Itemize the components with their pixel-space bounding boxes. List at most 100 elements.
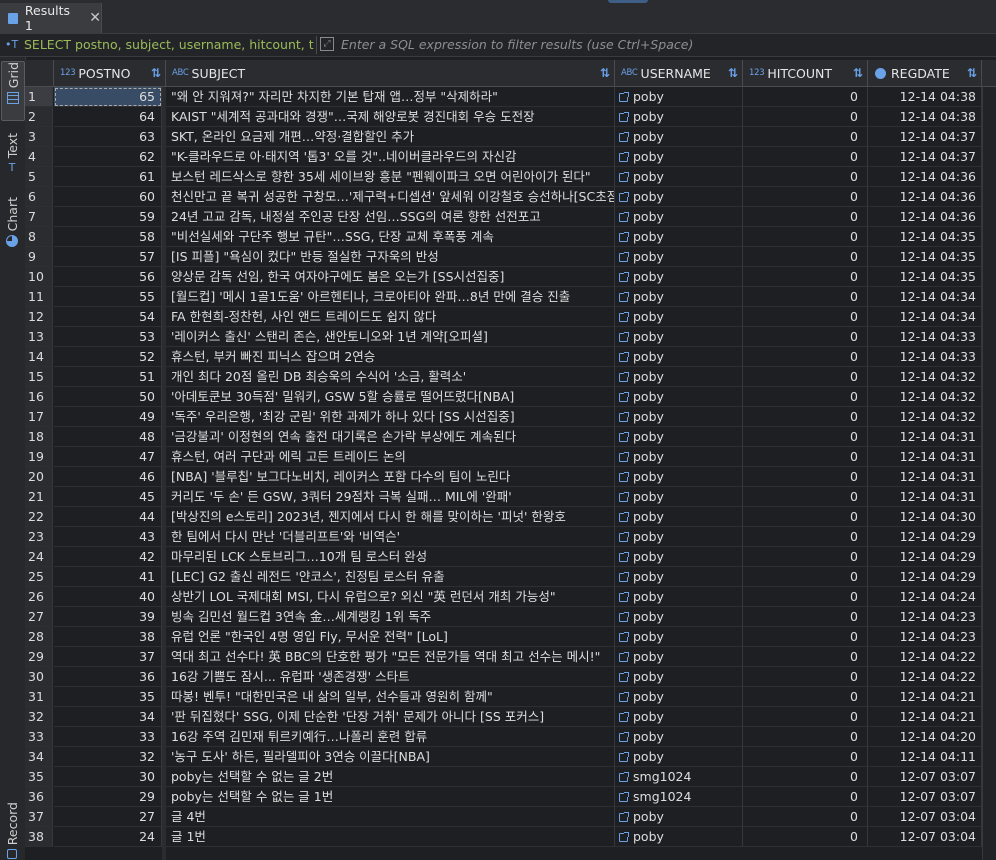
table-row[interactable]: 5 61 보스턴 레드삭스로 향한 35세 세이브왕 흥분 "펜웨이파크 오면 어린…: [25, 167, 982, 187]
cell-username[interactable]: poby: [615, 507, 743, 527]
cell-username[interactable]: poby: [615, 87, 743, 107]
cell-hitcount[interactable]: 0: [743, 407, 868, 427]
cell-username[interactable]: poby: [615, 347, 743, 367]
link-icon[interactable]: [619, 292, 629, 302]
cell-username[interactable]: poby: [615, 627, 743, 647]
table-row[interactable]: 11 55 [월드컵] '메시 1골1도움' 아르헨티나, 크로아티아 완파…8년 …: [25, 287, 982, 307]
cell-postno[interactable]: 41: [54, 567, 162, 587]
cell-regdate[interactable]: 12-14 04:31: [868, 447, 982, 467]
table-row[interactable]: 15 51 개인 최다 20점 올린 DB 최승욱의 수식어 '소금, 활력소' po…: [25, 367, 982, 387]
row-number[interactable]: 2: [25, 107, 53, 127]
cell-hitcount[interactable]: 0: [743, 727, 868, 747]
cell-username[interactable]: poby: [615, 187, 743, 207]
table-row[interactable]: 12 54 FA 한현희-정찬헌, 사인 앤드 트레이드도 쉽지 않다 poby 0 12…: [25, 307, 982, 327]
cell-subject[interactable]: "비선실세와 구단주 행보 규탄"…SSG, 단장 교체 후폭풍 계속: [166, 227, 615, 247]
cell-regdate[interactable]: 12-14 04:38: [868, 107, 982, 127]
row-number[interactable]: 6: [25, 187, 53, 207]
cell-subject[interactable]: [월드컵] '메시 1골1도움' 아르헨티나, 크로아티아 완파…8년 만에 결…: [166, 287, 615, 307]
cell-regdate[interactable]: 12-14 04:34: [868, 307, 982, 327]
cell-hitcount[interactable]: 0: [743, 447, 868, 467]
cell-username[interactable]: poby: [615, 827, 743, 847]
link-icon[interactable]: [619, 172, 629, 182]
cell-username[interactable]: poby: [615, 247, 743, 267]
row-number[interactable]: 12: [25, 307, 53, 327]
cell-regdate[interactable]: 12-07 03:04: [868, 827, 982, 847]
table-row[interactable]: 2 64 KAIST "세계적 공과대와 경쟁"…국제 해양로봇 경진대회 우승 도…: [25, 107, 982, 127]
cell-hitcount[interactable]: 0: [743, 627, 868, 647]
cell-hitcount[interactable]: 0: [743, 547, 868, 567]
cell-regdate[interactable]: 12-14 04:35: [868, 227, 982, 247]
link-icon[interactable]: [619, 232, 629, 242]
link-icon[interactable]: [619, 572, 629, 582]
table-row[interactable]: 18 48 '금강불괴' 이정현의 연속 출전 대기록은 손가락 부상에도 계속된다…: [25, 427, 982, 447]
row-number[interactable]: 28: [25, 627, 53, 647]
cell-postno[interactable]: 27: [54, 807, 162, 827]
cell-username[interactable]: poby: [615, 527, 743, 547]
drag-handle[interactable]: [608, 0, 648, 3]
cell-hitcount[interactable]: 0: [743, 267, 868, 287]
table-row[interactable]: 34 32 '농구 도사' 하든, 필라델피아 3연승 이끌다[NBA] poby 0 1…: [25, 747, 982, 767]
row-number[interactable]: 24: [25, 547, 53, 567]
link-icon[interactable]: [619, 392, 629, 402]
row-number[interactable]: 35: [25, 767, 53, 787]
cell-postno[interactable]: 47: [54, 447, 162, 467]
cell-regdate[interactable]: 12-14 04:38: [868, 87, 982, 107]
cell-postno[interactable]: 61: [54, 167, 162, 187]
table-row[interactable]: 13 53 '레이커스 출신' 스탠리 존슨, 샌안토니오와 1년 계약[오피셜] p…: [25, 327, 982, 347]
link-icon[interactable]: [619, 612, 629, 622]
row-number[interactable]: 8: [25, 227, 53, 247]
link-icon[interactable]: [619, 652, 629, 662]
cell-postno[interactable]: 51: [54, 367, 162, 387]
cell-hitcount[interactable]: 0: [743, 287, 868, 307]
cell-username[interactable]: poby: [615, 147, 743, 167]
row-number[interactable]: 20: [25, 467, 53, 487]
sort-icon[interactable]: ⇅: [151, 66, 161, 80]
sort-icon[interactable]: ⇅: [853, 66, 863, 80]
row-number[interactable]: 26: [25, 587, 53, 607]
cell-username[interactable]: poby: [615, 547, 743, 567]
row-number[interactable]: 19: [25, 447, 53, 467]
link-icon[interactable]: [619, 132, 629, 142]
cell-postno[interactable]: 58: [54, 227, 162, 247]
link-icon[interactable]: [619, 412, 629, 422]
cell-regdate[interactable]: 12-14 04:34: [868, 287, 982, 307]
row-number[interactable]: 1: [25, 87, 53, 107]
cell-postno[interactable]: 48: [54, 427, 162, 447]
cell-postno[interactable]: 60: [54, 187, 162, 207]
cell-subject[interactable]: '농구 도사' 하든, 필라델피아 3연승 이끌다[NBA]: [166, 747, 615, 767]
cell-postno[interactable]: 35: [54, 687, 162, 707]
table-row[interactable]: 3 63 SKT, 온라인 요금제 개편…약정·결합할인 추가 poby 0 12-14 …: [25, 127, 982, 147]
cell-postno[interactable]: 49: [54, 407, 162, 427]
cell-postno[interactable]: 40: [54, 587, 162, 607]
cell-hitcount[interactable]: 0: [743, 87, 868, 107]
cell-regdate[interactable]: 12-14 04:24: [868, 587, 982, 607]
cell-hitcount[interactable]: 0: [743, 507, 868, 527]
cell-username[interactable]: poby: [615, 647, 743, 667]
sidebar-item-record[interactable]: Record: [1, 802, 23, 860]
row-number[interactable]: 38: [25, 827, 53, 847]
cell-regdate[interactable]: 12-14 04:35: [868, 267, 982, 287]
cell-postno[interactable]: 55: [54, 287, 162, 307]
cell-username[interactable]: poby: [615, 747, 743, 767]
cell-hitcount[interactable]: 0: [743, 687, 868, 707]
column-header-regdate[interactable]: REGDATE ⇅: [868, 60, 982, 86]
cell-subject[interactable]: 따봉! 벤투! "대한민국은 내 삶의 일부, 선수들과 영원히 함께": [166, 687, 615, 707]
column-header-subject[interactable]: ABC SUBJECT ⇅: [166, 60, 615, 86]
table-row[interactable]: 20 46 [NBA] '블루칩' 보그다노비치, 레이커스 포함 다수의 팀이 노…: [25, 467, 982, 487]
cell-subject[interactable]: 16강 주역 김민재 튀르키예行…나폴리 훈련 합류: [166, 727, 615, 747]
table-row[interactable]: 23 43 한 팀에서 다시 만난 '더블리프트'와 '비역슨' poby 0 12-14…: [25, 527, 982, 547]
cell-subject[interactable]: 역대 최고 선수다! 英 BBC의 단호한 평가 "모든 전문가들 역대 최고 …: [166, 647, 615, 667]
link-icon[interactable]: [619, 812, 629, 822]
cell-hitcount[interactable]: 0: [743, 187, 868, 207]
sql-query-text[interactable]: SELECT postno, subject, username, hitcou…: [24, 37, 314, 52]
cell-regdate[interactable]: 12-14 04:36: [868, 187, 982, 207]
cell-regdate[interactable]: 12-14 04:36: [868, 207, 982, 227]
cell-subject[interactable]: "왜 안 지워져?" 자리만 차지한 기본 탑재 앱…정부 "삭제하라": [166, 87, 615, 107]
cell-hitcount[interactable]: 0: [743, 787, 868, 807]
cell-username[interactable]: poby: [615, 107, 743, 127]
cell-username[interactable]: poby: [615, 687, 743, 707]
cell-hitcount[interactable]: 0: [743, 127, 868, 147]
cell-postno[interactable]: 59: [54, 207, 162, 227]
link-icon[interactable]: [619, 712, 629, 722]
table-row[interactable]: 14 52 휴스턴, 부커 빠진 피닉스 잡으며 2연승 poby 0 12-14 04:…: [25, 347, 982, 367]
